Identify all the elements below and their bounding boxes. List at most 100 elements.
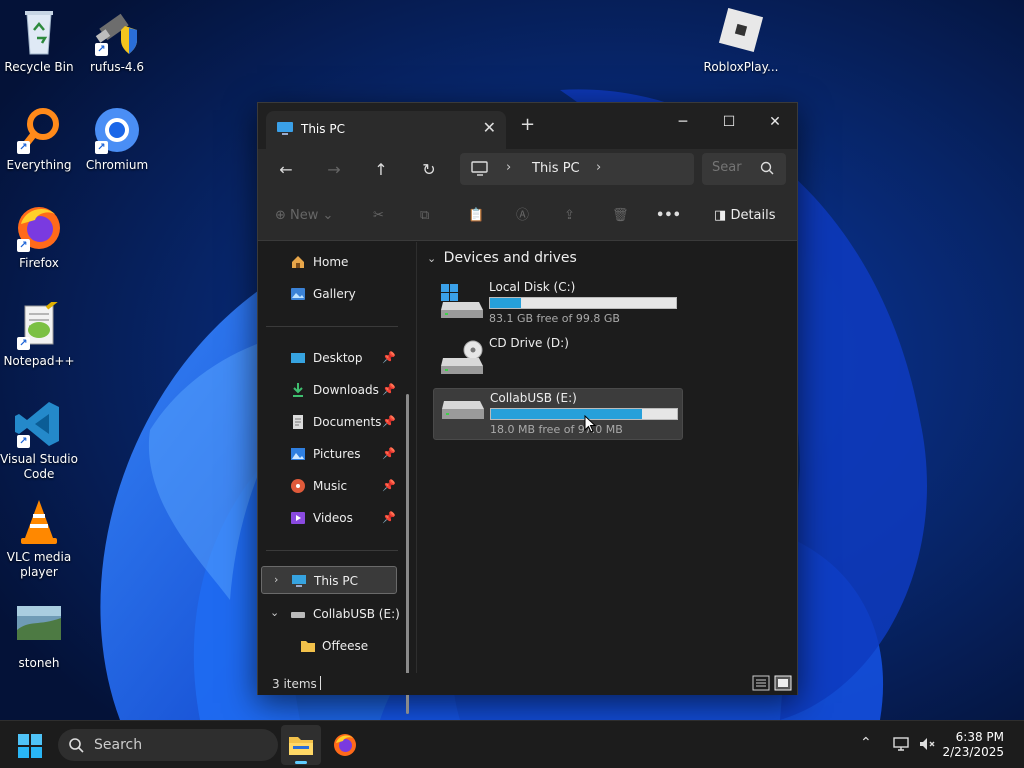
drive-name: CD Drive (D:): [489, 336, 569, 350]
desktop-icon-roblox[interactable]: RobloxPlay...: [702, 7, 780, 75]
section-title: Devices and drives: [443, 250, 577, 266]
sidebar-item-label: Music: [313, 479, 348, 493]
document-icon: [290, 414, 306, 430]
up-button[interactable]: ↑: [367, 157, 395, 183]
forward-button[interactable]: →: [320, 157, 348, 183]
refresh-button[interactable]: ↻: [415, 157, 443, 183]
close-window-button[interactable]: ✕: [752, 107, 798, 137]
video-icon: [290, 510, 306, 526]
desktop-icon-vlc[interactable]: VLC media player: [0, 498, 78, 580]
clock-date: 2/23/2025: [942, 745, 1004, 759]
taskbar-firefox[interactable]: [325, 725, 365, 765]
sidebar-item-videos[interactable]: Videos 📌: [258, 504, 416, 532]
search-icon: [68, 737, 84, 756]
rename-button[interactable]: Ⓐ: [516, 205, 529, 227]
chevron-down-icon[interactable]: ⌄: [270, 606, 279, 619]
sidebar-item-this-pc[interactable]: › This PC: [261, 566, 397, 594]
sidebar-item-desktop[interactable]: Desktop 📌: [258, 344, 416, 372]
monitor-icon: [276, 121, 294, 140]
section-header[interactable]: ⌄ Devices and drives: [427, 250, 577, 266]
folder-icon: [300, 638, 316, 654]
desktop-icon-notepadpp[interactable]: ↗ Notepad++: [0, 298, 78, 369]
desktop-icon-everything[interactable]: ↗ Everything: [0, 106, 78, 173]
breadcrumb-this-pc[interactable]: This PC: [532, 161, 580, 176]
details-button[interactable]: ◨ Details: [714, 205, 776, 227]
pin-icon[interactable]: 📌: [382, 415, 396, 428]
address-bar[interactable]: › This PC ›: [460, 153, 694, 185]
chevron-down-icon: ⌄: [322, 208, 334, 223]
desktop-icon-rufus[interactable]: ↗ rufus-4.6: [78, 8, 156, 75]
sidebar-item-label: Documents: [313, 415, 382, 429]
chevron-right-icon[interactable]: ›: [274, 573, 278, 586]
share-button[interactable]: ⇪: [564, 205, 575, 227]
desktop-icon-firefox[interactable]: ↗ Firefox: [0, 204, 78, 271]
taskbar-search-box[interactable]: Search: [58, 729, 278, 761]
sidebar-item-documents[interactable]: Documents 📌: [258, 408, 416, 436]
desktop-icon-chromium[interactable]: ↗ Chromium: [78, 106, 156, 173]
clock[interactable]: 6:38 PM 2/23/2025: [942, 730, 1004, 760]
windows-drive-icon: [439, 284, 485, 327]
desktop-icon-label: Firefox: [19, 256, 59, 270]
monitor-icon: [471, 161, 489, 180]
desktop-icon-recycle-bin[interactable]: Recycle Bin: [0, 8, 78, 75]
new-button-label: New: [290, 208, 319, 223]
taskbar-file-explorer[interactable]: [281, 725, 321, 765]
sidebar-item-collabusb[interactable]: ⌄ CollabUSB (E:): [258, 600, 416, 628]
tab-this-pc[interactable]: This PC ✕: [266, 111, 506, 149]
plus-circle-icon: ⊕: [275, 208, 286, 223]
paste-button[interactable]: 📋: [468, 205, 484, 227]
drive-collabusb-e[interactable]: CollabUSB (E:) 18.0 MB free of 97.0 MB: [433, 388, 683, 440]
firefox-icon: ↗: [13, 204, 65, 252]
network-icon[interactable]: [892, 735, 910, 753]
search-input[interactable]: [712, 160, 754, 175]
status-bar: 3 items: [258, 673, 797, 695]
sidebar-item-gallery[interactable]: Gallery: [258, 280, 416, 308]
back-button[interactable]: ←: [272, 157, 300, 183]
sidebar-item-pictures[interactable]: Pictures 📌: [258, 440, 416, 468]
sidebar-item-offeese[interactable]: Offeese: [258, 632, 416, 660]
more-options-button[interactable]: •••: [656, 205, 681, 227]
pin-icon[interactable]: 📌: [382, 383, 396, 396]
sidebar-item-label: CollabUSB (E:): [313, 607, 400, 621]
chevron-right-icon[interactable]: ›: [596, 160, 601, 175]
desktop-icon-vscode[interactable]: ↗ Visual Studio Code: [0, 400, 78, 482]
sidebar-item-music[interactable]: Music 📌: [258, 472, 416, 500]
pin-icon[interactable]: 📌: [382, 479, 396, 492]
volume-muted-icon[interactable]: [918, 735, 936, 753]
minimize-button[interactable]: ─: [660, 107, 706, 137]
new-tab-button[interactable]: +: [520, 114, 535, 135]
maximize-button[interactable]: ☐: [706, 107, 752, 137]
pin-icon[interactable]: 📌: [382, 447, 396, 460]
chevron-right-icon[interactable]: ›: [506, 160, 511, 175]
home-icon: [290, 254, 306, 270]
chevron-up-icon[interactable]: ⌃: [860, 735, 878, 753]
music-icon: [290, 478, 306, 494]
firefox-icon: [334, 734, 356, 756]
desktop-icon-stoneh[interactable]: stoneh: [0, 604, 78, 671]
delete-button[interactable]: 🗑: [612, 205, 629, 227]
sidebar-item-downloads[interactable]: Downloads 📌: [258, 376, 416, 404]
folder-icon: [289, 737, 313, 755]
command-toolbar: ⊕ New ⌄ ✂ ⧉ 📋 Ⓐ ⇪ 🗑 ••• ◨ Details: [258, 191, 797, 241]
tiles-view-button[interactable]: [774, 675, 792, 691]
start-button[interactable]: [18, 734, 42, 758]
new-button[interactable]: ⊕ New ⌄: [275, 205, 333, 227]
close-tab-icon[interactable]: ✕: [483, 118, 496, 137]
drive-local-disk-c[interactable]: Local Disk (C:) 83.1 GB free of 99.8 GB: [433, 278, 683, 330]
details-view-button[interactable]: [752, 675, 770, 691]
drive-cd-d[interactable]: CD Drive (D:): [433, 334, 683, 386]
cut-button[interactable]: ✂: [373, 205, 384, 227]
pin-icon[interactable]: 📌: [382, 351, 396, 364]
search-box[interactable]: [702, 153, 786, 185]
active-indicator: [295, 761, 307, 764]
sidebar-item-label: Home: [313, 255, 349, 269]
sidebar-scrollbar[interactable]: [406, 394, 409, 714]
sidebar-item-home[interactable]: Home: [258, 248, 416, 276]
pin-icon[interactable]: 📌: [382, 511, 396, 524]
clock-time: 6:38 PM: [955, 730, 1004, 744]
copy-button[interactable]: ⧉: [420, 205, 429, 227]
desktop-icon-label: Everything: [6, 158, 72, 172]
desktop-icon-label: Notepad++: [3, 354, 75, 368]
chromium-icon: ↗: [91, 106, 143, 154]
monitor-icon: [291, 573, 307, 589]
